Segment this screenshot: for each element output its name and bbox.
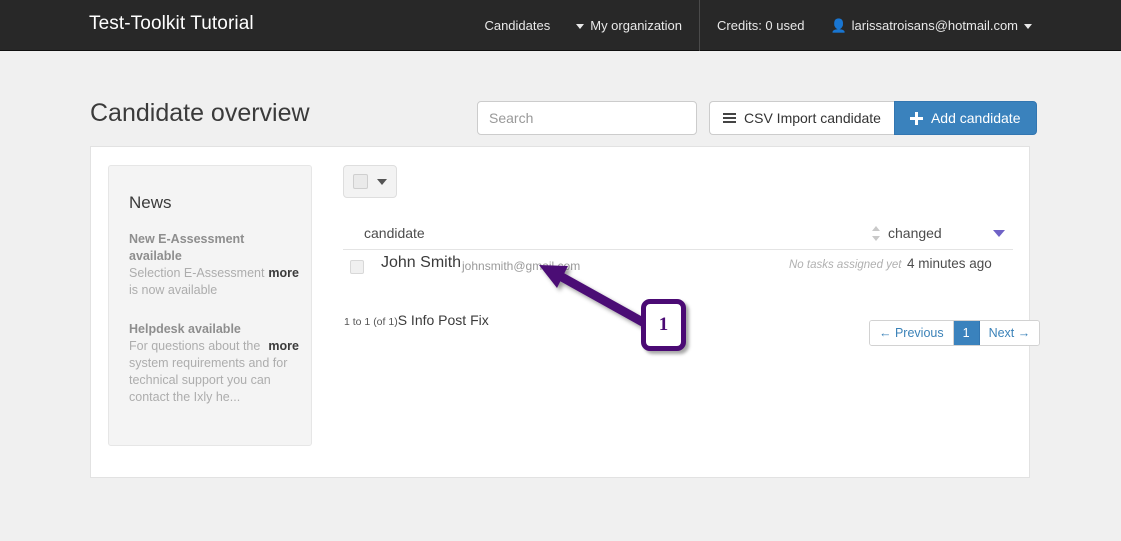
candidate-email: johnsmith@gmail.com [462, 259, 580, 273]
news-more-link[interactable]: more [268, 338, 299, 355]
news-item-body: more For questions about the system requ… [129, 338, 299, 406]
credits-label: Credits: 0 used [717, 0, 804, 51]
table-row[interactable]: John Smith johnsmith@gmail.com No tasks … [343, 251, 1013, 285]
row-checkbox[interactable] [350, 260, 364, 274]
table-header-row: candidate changed [343, 222, 1013, 250]
navbar-divider [699, 0, 700, 51]
candidate-tasks-status: No tasks assigned yet [789, 259, 902, 271]
page-title: Candidate overview [90, 99, 310, 128]
table-info-suffix: S Info Post Fix [398, 312, 489, 328]
select-all-dropdown[interactable] [343, 165, 397, 198]
pagination: ← Previous 1 Next → [869, 320, 1040, 346]
annotation-step-badge: 1 [641, 299, 686, 351]
nav-item-candidates-label: Candidates [484, 0, 550, 51]
nav-item-user-menu[interactable]: 👤 larissatroisans@hotmail.com [817, 0, 1045, 51]
candidate-table: candidate changed John Smith johnsmith@g… [343, 165, 1013, 198]
pagination-previous[interactable]: ← Previous [870, 321, 954, 345]
news-panel-title: News [129, 193, 172, 213]
nav-item-my-organization[interactable]: My organization [563, 0, 695, 51]
add-candidate-button[interactable]: Add candidate [894, 101, 1037, 135]
column-header-changed[interactable]: changed [888, 225, 942, 241]
news-item-body-text: For questions about the system requireme… [129, 339, 287, 404]
search-input[interactable] [477, 101, 697, 135]
news-item: New E-Assessment available more Selectio… [129, 231, 299, 299]
news-item: Helpdesk available more For questions ab… [129, 321, 299, 406]
caret-left-icon [576, 24, 584, 29]
checkbox-icon[interactable] [353, 174, 368, 189]
add-candidate-label: Add candidate [931, 110, 1021, 126]
user-email-label: larissatroisans@hotmail.com [852, 0, 1018, 51]
csv-import-candidate-button[interactable]: CSV Import candidate [709, 101, 894, 135]
top-navbar: Test-Toolkit Tutorial Candidates My orga… [0, 0, 1121, 51]
table-info: 1 to 1 (of 1)S Info Post Fix [344, 312, 489, 330]
caret-down-icon[interactable] [377, 179, 387, 185]
news-item-heading: Helpdesk available [129, 321, 299, 338]
sort-both-icon[interactable] [872, 226, 881, 241]
brand-title: Test-Toolkit Tutorial [89, 13, 254, 35]
news-panel: News New E-Assessment available more Sel… [108, 165, 312, 446]
candidate-name[interactable]: John Smith [381, 254, 461, 272]
annotation-step-number: 1 [659, 314, 669, 336]
nav-item-my-organization-label: My organization [590, 0, 682, 51]
main-content-panel: News New E-Assessment available more Sel… [90, 146, 1030, 478]
table-info-count: 1 to 1 (of 1) [344, 316, 398, 328]
navbar-right-group: Candidates My organization Credits: 0 us… [471, 0, 1121, 51]
sort-desc-icon[interactable] [993, 230, 1005, 237]
plus-icon [910, 112, 923, 125]
news-item-body-text: Selection E-Assessment is now available [129, 266, 264, 297]
news-item-heading: New E-Assessment available [129, 231, 299, 265]
header-actions: CSV Import candidate Add candidate [709, 101, 1037, 135]
csv-import-label: CSV Import candidate [744, 110, 881, 126]
chevron-down-icon [1024, 24, 1032, 29]
nav-item-candidates[interactable]: Candidates [471, 0, 563, 51]
list-icon [723, 113, 736, 124]
user-icon: 👤 [830, 0, 846, 51]
pagination-next[interactable]: Next → [980, 321, 1040, 345]
nav-item-credits: Credits: 0 used [704, 0, 817, 51]
news-more-link[interactable]: more [268, 265, 299, 282]
column-header-candidate[interactable]: candidate [364, 225, 425, 241]
news-item-body: more Selection E-Assessment is now avail… [129, 265, 299, 299]
candidate-changed-time: 4 minutes ago [907, 256, 992, 271]
pagination-page-1[interactable]: 1 [954, 321, 980, 345]
